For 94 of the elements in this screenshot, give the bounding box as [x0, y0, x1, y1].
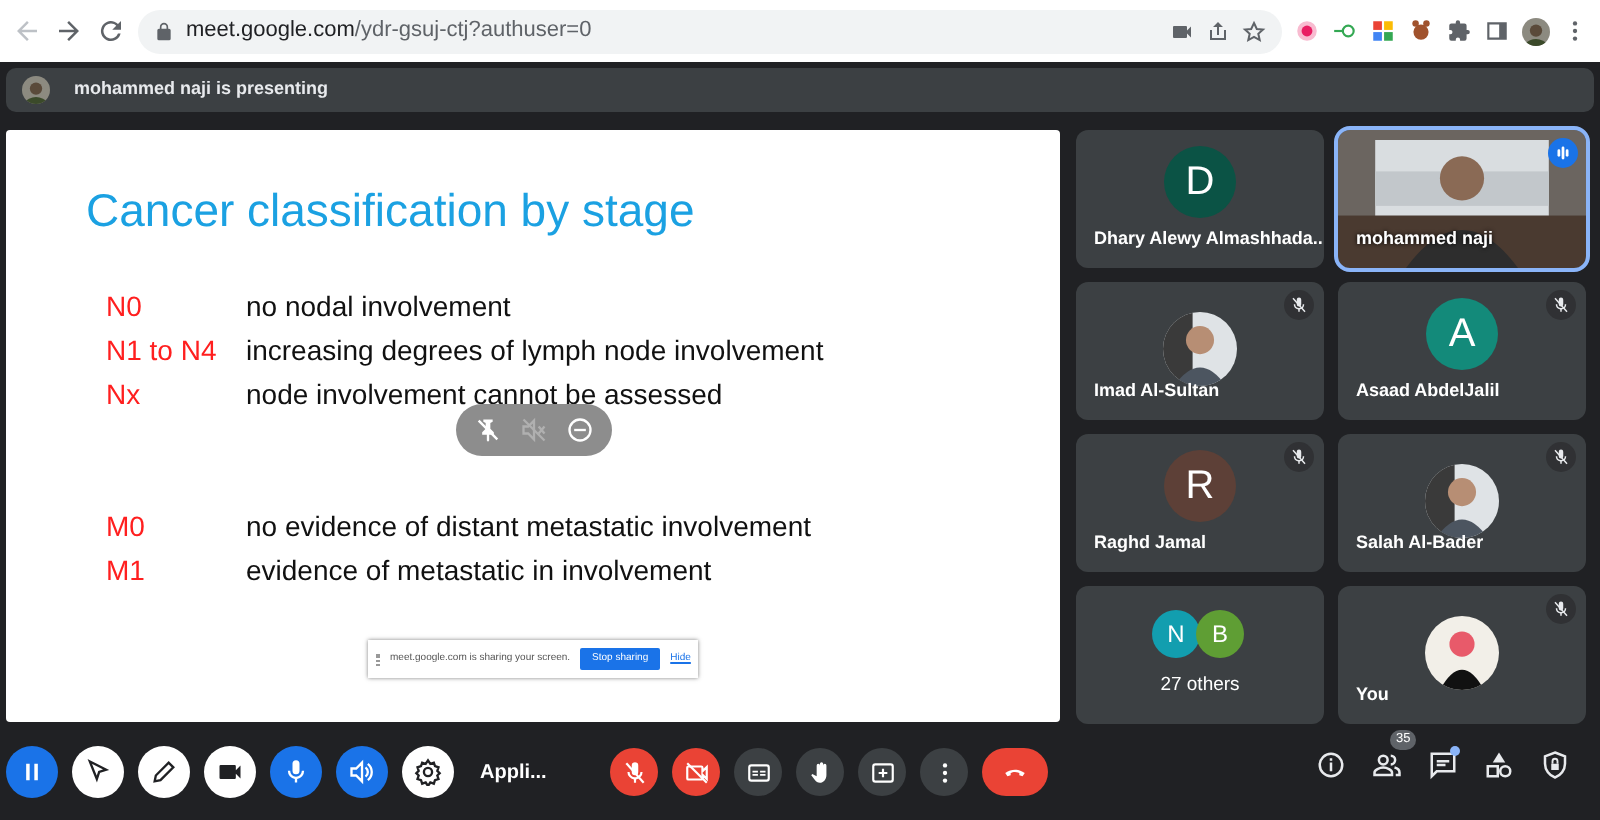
- participant-avatar: D: [1164, 146, 1236, 218]
- participant-name: mohammed naji: [1356, 225, 1494, 252]
- activities-button[interactable]: [1484, 750, 1514, 780]
- shapes-icon: [1484, 750, 1514, 780]
- forward-button[interactable]: [54, 16, 84, 46]
- address-bar[interactable]: meet.google.com/ydr-gsuj-ctj?authuser=0: [138, 9, 1282, 53]
- share-icon: [1206, 19, 1230, 43]
- stage-description: no nodal involvement: [246, 287, 511, 326]
- participant-name: 27 others: [1158, 671, 1242, 700]
- slide-title: Cancer classification by stage: [86, 184, 695, 240]
- extensions-icon[interactable]: [1446, 18, 1472, 44]
- back-arrow-icon: [12, 16, 42, 46]
- stage-description: increasing degrees of lymph node involvement: [246, 331, 824, 370]
- microphone-button[interactable]: [610, 748, 659, 796]
- participant-tile[interactable]: N B 27 others: [1076, 586, 1324, 724]
- camera-button[interactable]: [204, 746, 256, 798]
- stage-code: N1 to N4: [106, 331, 219, 370]
- stage-description: evidence of metastatic in involvement: [246, 551, 712, 590]
- microphone-muted-icon: [1552, 448, 1570, 466]
- participant-tile[interactable]: D Dhary Alewy Almashhada...: [1076, 130, 1324, 268]
- host-controls-button[interactable]: [1540, 750, 1570, 780]
- people-icon: [1372, 750, 1402, 780]
- share-button[interactable]: [1206, 19, 1230, 43]
- pen-icon: [150, 758, 178, 786]
- microphone-icon: [282, 758, 310, 786]
- microphone-muted-icon: [1290, 296, 1308, 314]
- puzzle-icon: [1446, 18, 1472, 44]
- settings-button[interactable]: [402, 746, 454, 798]
- microphone-muted-icon: [621, 759, 648, 785]
- presenting-banner-text: mohammed naji is presenting: [74, 76, 329, 103]
- microphone-muted-icon: [1552, 600, 1570, 618]
- star-button[interactable]: [1242, 19, 1266, 43]
- pointer-button[interactable]: [72, 746, 124, 798]
- participant-tile[interactable]: R Raghd Jamal: [1076, 434, 1324, 572]
- stage-code: M1: [106, 551, 147, 590]
- present-button[interactable]: [858, 748, 907, 796]
- participant-name: Dhary Alewy Almashhada...: [1094, 225, 1324, 252]
- remove-button[interactable]: [565, 416, 594, 444]
- microphone-muted-icon: [1552, 296, 1570, 314]
- chat-button[interactable]: [1428, 750, 1458, 780]
- participant-avatar: R: [1164, 450, 1236, 522]
- lock-icon: [154, 21, 174, 41]
- captions-button[interactable]: [734, 748, 783, 796]
- settings-icon: [414, 758, 442, 786]
- pause-button[interactable]: [6, 746, 58, 798]
- reload-button[interactable]: [96, 16, 126, 46]
- speaker-button[interactable]: [336, 746, 388, 798]
- minus-circle-icon: [565, 416, 594, 444]
- participant-avatar: N: [1152, 610, 1200, 658]
- participant-name: Asaad AbdelJalil: [1356, 377, 1500, 403]
- leave-call-button[interactable]: [982, 748, 1049, 796]
- pointer-icon: [84, 758, 112, 786]
- forward-arrow-icon: [54, 16, 84, 46]
- stage-code: M0: [106, 507, 147, 546]
- present-icon: [869, 759, 896, 785]
- presenter-avatar: [22, 76, 50, 104]
- more-options-button[interactable]: [920, 748, 969, 796]
- participant-avatar: B: [1196, 610, 1244, 658]
- shield-lock-icon: [1540, 750, 1570, 780]
- participant-tile[interactable]: You: [1338, 586, 1586, 724]
- profile-avatar[interactable]: [1522, 17, 1550, 45]
- unpin-button[interactable]: [474, 416, 503, 444]
- speaker-icon: [348, 758, 376, 786]
- participant-tile[interactable]: Imad Al-Sultan: [1076, 282, 1324, 420]
- participant-tile[interactable]: mohammed naji: [1338, 130, 1586, 268]
- people-button[interactable]: [1372, 750, 1402, 780]
- camera-button[interactable]: [672, 748, 721, 796]
- url-text: meet.google.com/ydr-gsuj-ctj?authuser=0: [186, 16, 592, 47]
- info-icon: [1316, 750, 1346, 780]
- participant-tile[interactable]: Salah Al-Bader: [1338, 434, 1586, 572]
- star-icon: [1242, 19, 1266, 43]
- microphone-button[interactable]: [270, 746, 322, 798]
- participant-tile[interactable]: A Asaad AbdelJalil: [1338, 282, 1586, 420]
- chat-icon: [1428, 750, 1458, 780]
- stage-description: no evidence of distant metastatic involvement: [246, 507, 811, 546]
- camera-off-icon: [683, 759, 710, 785]
- participant-avatar: A: [1426, 298, 1498, 370]
- unpin-icon: [474, 416, 503, 444]
- pen-button[interactable]: [138, 746, 190, 798]
- speaker-muted-icon: [519, 416, 548, 444]
- participant-name: Imad Al-Sultan: [1094, 377, 1220, 403]
- raise-hand-button[interactable]: [796, 748, 845, 796]
- drag-handle-icon: [376, 653, 380, 665]
- reload-icon: [96, 16, 126, 46]
- participant-name: Salah Al-Bader: [1356, 529, 1484, 555]
- participant-name: Raghd Jamal: [1094, 529, 1207, 556]
- meeting-details-button[interactable]: [1316, 750, 1346, 780]
- stage-code: N0: [106, 287, 144, 326]
- stage-description: node involvement cannot be assessed: [246, 375, 723, 414]
- microphone-muted-icon: [1290, 448, 1308, 466]
- participant-name: You: [1356, 681, 1389, 707]
- meeting-title: Appli...: [480, 759, 547, 787]
- stage-code: Nx: [106, 375, 143, 414]
- captions-icon: [745, 759, 772, 785]
